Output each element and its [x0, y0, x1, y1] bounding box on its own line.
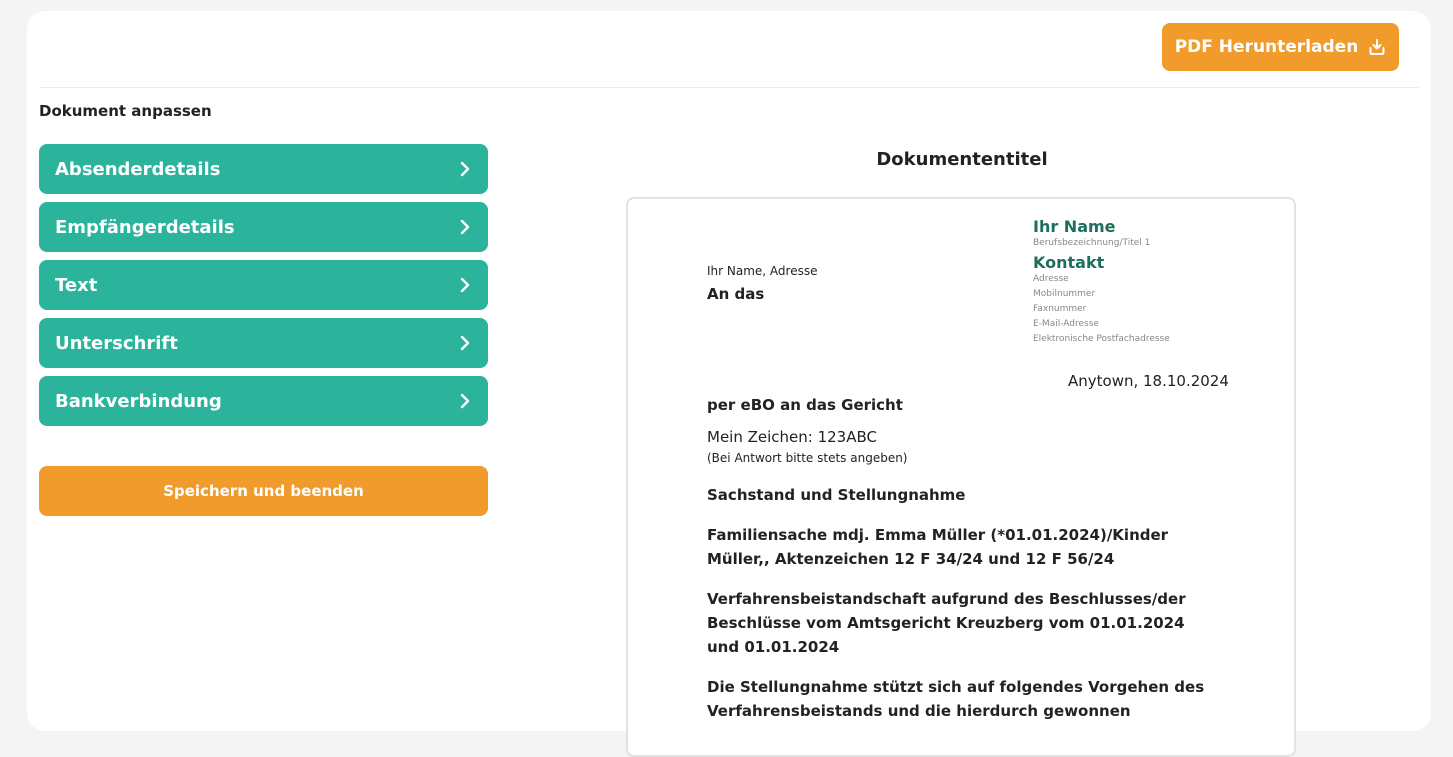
chevron-right-icon — [458, 392, 472, 410]
subject-line: Sachstand und Stellungnahme — [707, 486, 966, 504]
accordion-label: Text — [55, 274, 98, 296]
letterhead-address: Adresse — [1033, 274, 1069, 284]
procedure-line: Verfahrensbeistandschaft aufgrund des Be… — [707, 590, 1186, 656]
pdf-download-button[interactable]: PDF Herunterladen — [1162, 23, 1399, 71]
letterhead-postbox: Elektronische Postfachadresse — [1033, 334, 1170, 344]
reference-line: Mein Zeichen: 123ABC — [707, 428, 877, 446]
accordion-absenderdetails[interactable]: Absenderdetails — [39, 144, 488, 194]
chevron-right-icon — [458, 334, 472, 352]
statement-line: Die Stellungnahme stützt sich auf folgen… — [707, 678, 1205, 720]
letterhead-fax: Faxnummer — [1033, 304, 1087, 314]
reference-hint: (Bei Antwort bitte stets angeben) — [707, 451, 908, 465]
case-line: Familiensache mdj. Emma Müller (*01.01.2… — [707, 526, 1169, 568]
settings-accordion: Absenderdetails Empfängerdetails Text Un… — [39, 144, 488, 434]
letterhead-mobile: Mobilnummer — [1033, 289, 1096, 299]
ebo-line: per eBO an das Gericht — [707, 396, 903, 414]
document-preview: Ihr Name, Adresse An das Ihr Name Berufs… — [626, 197, 1296, 757]
chevron-right-icon — [458, 160, 472, 178]
letterhead-email: E-Mail-Adresse — [1033, 319, 1099, 329]
letterhead-contact-block: Ihr Name Berufsbezeichnung/Titel 1 Konta… — [1033, 217, 1253, 347]
section-label: Dokument anpassen — [39, 102, 212, 120]
chevron-right-icon — [458, 218, 472, 236]
save-and-exit-button[interactable]: Speichern und beenden — [39, 466, 488, 516]
accordion-label: Empfängerdetails — [55, 216, 235, 238]
letterhead-name: Ihr Name — [1033, 217, 1116, 236]
top-toolbar: PDF Herunterladen — [39, 11, 1419, 88]
accordion-text[interactable]: Text — [39, 260, 488, 310]
download-icon — [1368, 38, 1386, 56]
letterhead-contact-heading: Kontakt — [1033, 253, 1105, 272]
accordion-label: Absenderdetails — [55, 158, 221, 180]
letterhead-job-title: Berufsbezeichnung/Titel 1 — [1033, 238, 1151, 248]
date-line: Anytown, 18.10.2024 — [1068, 372, 1229, 390]
sender-line: Ihr Name, Adresse — [707, 264, 818, 278]
accordion-label: Unterschrift — [55, 332, 178, 354]
accordion-unterschrift[interactable]: Unterschrift — [39, 318, 488, 368]
accordion-empfaengerdetails[interactable]: Empfängerdetails — [39, 202, 488, 252]
accordion-bankverbindung[interactable]: Bankverbindung — [39, 376, 488, 426]
pdf-download-label: PDF Herunterladen — [1174, 37, 1359, 57]
document-title: Dokumententitel — [876, 149, 1048, 170]
accordion-label: Bankverbindung — [55, 390, 222, 412]
chevron-right-icon — [458, 276, 472, 294]
recipient-heading: An das — [707, 285, 765, 303]
editor-card: PDF Herunterladen Dokument anpassen Abse… — [27, 11, 1431, 757]
